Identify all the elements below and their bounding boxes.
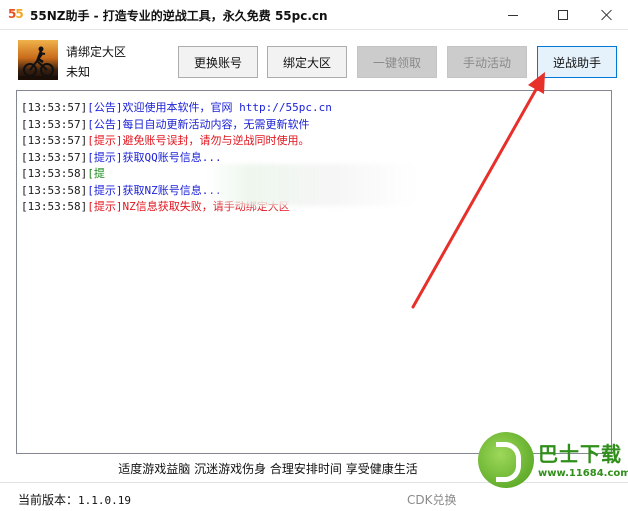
log-time: [13:53:57]: [21, 101, 88, 114]
close-button[interactable]: [584, 0, 628, 30]
watermark-url: www.11684.com: [538, 468, 628, 479]
watermark-logo-icon: [478, 432, 534, 488]
log-message: 每日自动更新活动内容，无需更新软件: [122, 117, 310, 131]
log-tag: [提: [87, 167, 105, 180]
log-message: 获取QQ账号信息...: [122, 150, 222, 164]
log-message: 避免账号误封，请勿与逆战同时使用。: [122, 134, 310, 147]
one-click-claim-button[interactable]: 一键领取: [357, 46, 437, 78]
title-bar[interactable]: 55 55NZ助手 - 打造专业的逆战工具，永久免费 55pc.cn: [0, 0, 628, 30]
log-line: [13:53:57][公告]每日自动更新活动内容，无需更新软件: [21, 117, 332, 134]
watermark-text: 巴士下载: [538, 442, 622, 466]
cdk-redeem-link[interactable]: CDK兑换: [407, 491, 457, 508]
account-region-prompt: 请绑定大区: [66, 45, 127, 59]
log-time: [13:53:58]: [21, 200, 88, 213]
log-panel[interactable]: [13:53:57][公告]欢迎使用本软件，官网 http://55pc.cn[…: [16, 90, 612, 454]
redacted-blur: [207, 164, 417, 206]
log-time: [13:53:57]: [21, 150, 88, 164]
log-time: [13:53:58]: [21, 167, 88, 180]
log-time: [13:53:58]: [21, 183, 88, 197]
log-message: 欢迎使用本软件，官网 http://55pc.cn: [122, 101, 332, 114]
window-title: 55NZ助手 - 打造专业的逆战工具，永久免费 55pc.cn: [30, 9, 328, 23]
version-info: 当前版本：1.1.0.19: [18, 491, 131, 508]
health-slogan: 适度游戏益脑 沉迷游戏伤身 合理安排时间 享受健康生活: [118, 462, 418, 476]
log-tag: [公告]: [87, 117, 123, 131]
maximize-icon: [558, 10, 568, 20]
switch-account-button[interactable]: 更换账号: [178, 46, 258, 78]
maximize-button[interactable]: [540, 0, 586, 30]
cyclist-silhouette-icon: [18, 46, 58, 80]
app-logo-icon: 55: [8, 7, 24, 21]
log-tag: [公告]: [87, 101, 123, 114]
version-label: 当前版本：: [18, 493, 79, 507]
log-tag: [提示]: [87, 134, 123, 147]
log-tag: [提示]: [87, 183, 123, 197]
avatar: [18, 40, 58, 80]
log-tag: [提示]: [87, 200, 123, 213]
bind-region-button[interactable]: 绑定大区: [267, 46, 347, 78]
version-value: 1.1.0.19: [78, 494, 131, 507]
account-status: 未知: [66, 65, 91, 79]
site-watermark: 巴士下载 www.11684.com: [478, 432, 628, 511]
nz-assistant-button[interactable]: 逆战助手: [537, 46, 617, 78]
log-tag: [提示]: [87, 150, 123, 164]
log-time: [13:53:57]: [21, 117, 88, 131]
manual-activity-button[interactable]: 手动活动: [447, 46, 527, 78]
log-line: [13:53:57][提示]避免账号误封，请勿与逆战同时使用。: [21, 133, 332, 150]
close-icon: [601, 9, 613, 21]
minimize-icon: [508, 14, 518, 16]
minimize-button[interactable]: [490, 0, 536, 30]
log-time: [13:53:57]: [21, 134, 88, 147]
log-line: [13:53:57][公告]欢迎使用本软件，官网 http://55pc.cn: [21, 100, 332, 117]
